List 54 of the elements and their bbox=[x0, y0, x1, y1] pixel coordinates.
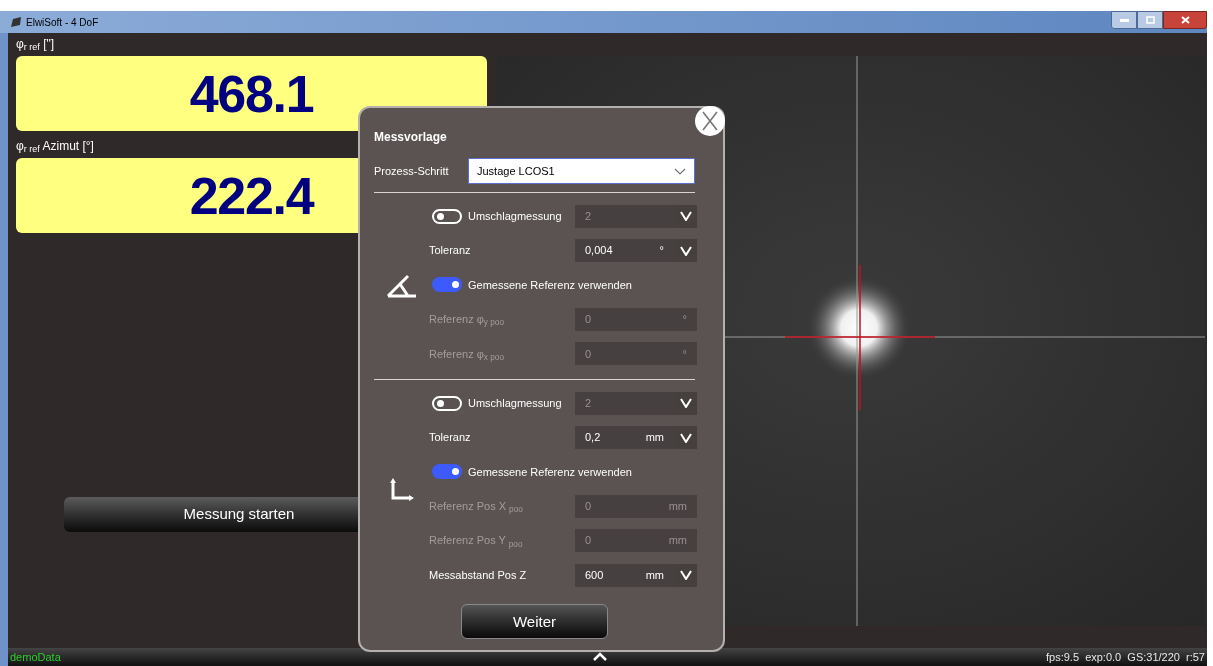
axes-arrow-icon bbox=[388, 477, 415, 502]
chevron-down-icon bbox=[679, 398, 692, 409]
field-label: Referenz Pos X $_{poo}$ bbox=[429, 499, 524, 515]
switch-label: Gemessene Referenz verwenden bbox=[468, 277, 632, 293]
chevron-down-icon bbox=[679, 245, 692, 256]
close-window-button[interactable] bbox=[1163, 11, 1207, 29]
status-text: demoData bbox=[10, 649, 61, 665]
chevron-down-icon bbox=[674, 167, 686, 175]
dropdown-button[interactable] bbox=[674, 391, 697, 415]
unit-label: ° bbox=[682, 312, 687, 328]
unit-label: mm bbox=[668, 499, 687, 515]
minimize-button[interactable] bbox=[1111, 11, 1137, 29]
readout-label: φ$_{r ref}$ Azimut [°] bbox=[16, 138, 94, 155]
close-button[interactable] bbox=[695, 106, 725, 136]
field-label: Prozess-Schritt bbox=[374, 163, 450, 179]
switch-label: Umschlagmessung bbox=[468, 395, 562, 411]
dropdown-button[interactable] bbox=[674, 563, 697, 587]
input-field[interactable]: 0,2 mm bbox=[575, 426, 674, 450]
continue-button[interactable]: Weiter bbox=[461, 604, 608, 640]
toggle-switch[interactable] bbox=[432, 464, 462, 480]
close-icon bbox=[702, 111, 718, 131]
field-label: Messabstand Pos Z bbox=[429, 567, 528, 583]
close-icon bbox=[1180, 16, 1190, 24]
field-label: Referenz φ$_{x poo}$ bbox=[429, 346, 505, 362]
window-title: ElwiSoft - 4 DoF bbox=[26, 15, 99, 30]
field-label: Toleranz bbox=[429, 243, 472, 259]
dropdown-button[interactable] bbox=[674, 204, 697, 228]
unit-label: ° bbox=[682, 346, 687, 362]
field-label: Toleranz bbox=[429, 430, 472, 446]
unit-label: ° bbox=[659, 243, 664, 259]
dropdown-button[interactable] bbox=[674, 239, 697, 263]
unit-label: mm bbox=[668, 533, 687, 549]
chevron-down-icon bbox=[679, 570, 692, 581]
minimize-icon bbox=[1119, 18, 1129, 22]
input-field[interactable]: 600 mm bbox=[575, 563, 674, 587]
readout-value: 468.1 bbox=[189, 67, 314, 120]
maximize-button[interactable] bbox=[1137, 11, 1163, 29]
field-label: Referenz Pos Y $_{poo}$ bbox=[429, 533, 524, 549]
chevron-down-icon bbox=[679, 432, 692, 443]
app-icon bbox=[10, 16, 22, 28]
process-step-dropdown[interactable]: Justage LCOS1 bbox=[468, 158, 695, 184]
switch-label: Umschlagmessung bbox=[468, 208, 562, 224]
dialog-title: Messvorlage bbox=[374, 129, 448, 146]
toggle-switch[interactable] bbox=[432, 277, 462, 293]
readout-value: 222.4 bbox=[189, 169, 314, 222]
chevron-down-icon bbox=[679, 211, 692, 222]
dropdown-button[interactable] bbox=[674, 426, 697, 450]
maximize-icon bbox=[1145, 16, 1155, 24]
readout-label: φ$_{r ref}$ ["] bbox=[16, 36, 55, 53]
status-text: fps:9.5 exp:0.0 GS:31/220 r:57 bbox=[1046, 649, 1205, 665]
switch-label: Gemessene Referenz verwenden bbox=[468, 464, 632, 480]
unit-label: mm bbox=[645, 430, 664, 446]
unit-label: mm bbox=[645, 567, 664, 583]
input-field[interactable]: 0,004 ° bbox=[575, 239, 674, 263]
